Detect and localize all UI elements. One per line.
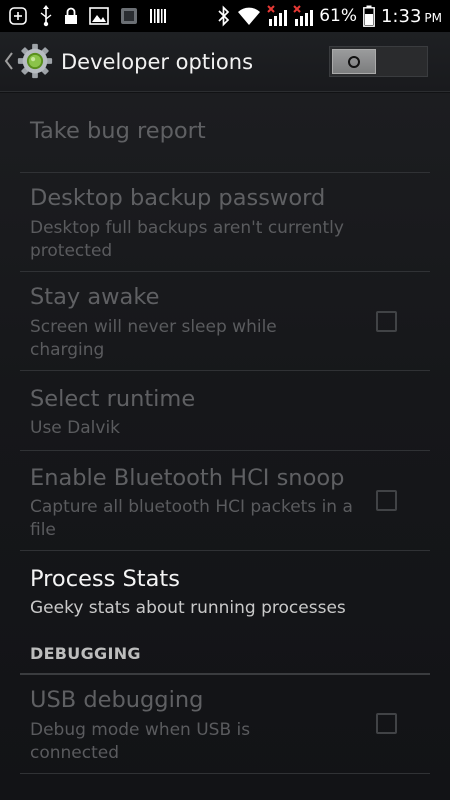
chevron-left-icon: [4, 52, 13, 70]
bluetooth-icon: [218, 5, 230, 27]
pref-title: USB debugging: [30, 687, 204, 713]
usb-debugging-checkbox[interactable]: [376, 713, 397, 734]
pref-take-bug-report[interactable]: Take bug report: [20, 93, 430, 173]
action-bar: Developer options: [0, 32, 450, 92]
up-navigation-button[interactable]: [0, 32, 60, 92]
page-title: Developer options: [61, 50, 254, 74]
clock: 1:33 PM: [381, 6, 442, 27]
signal-icon: [267, 5, 288, 26]
status-bar: 61% 1:33 PM: [0, 0, 450, 32]
pref-title: Stay awake: [30, 284, 160, 310]
pref-summary: Screen will never sleep while charging: [30, 317, 277, 360]
pref-title: Take bug report: [30, 118, 206, 144]
pref-select-runtime[interactable]: Select runtime Use Dalvik: [20, 371, 430, 451]
bluetooth-hci-snoop-checkbox[interactable]: [376, 490, 397, 511]
pref-stay-awake[interactable]: Stay awake Screen will never sleep while…: [20, 272, 430, 371]
pref-process-stats[interactable]: Process Stats Geeky stats about running …: [30, 551, 430, 635]
pref-summary: Capture all bluetooth HCI packets in a f…: [30, 497, 353, 540]
toggle-thumb: [332, 49, 376, 74]
divider: [20, 773, 430, 774]
stay-awake-checkbox[interactable]: [376, 311, 397, 332]
settings-gear-icon: [17, 43, 53, 79]
image-icon: [89, 7, 109, 25]
pref-summary: Debug mode when USB is connected: [30, 720, 251, 763]
section-header-debugging: DEBUGGING: [20, 642, 430, 675]
wifi-icon: [238, 7, 261, 25]
pref-title: Enable Bluetooth HCI snoop log: [30, 465, 348, 491]
add-icon: [9, 7, 27, 25]
pref-bluetooth-hci-snoop[interactable]: Enable Bluetooth HCI snoop log Capture a…: [20, 451, 430, 551]
battery-percent: 61%: [319, 6, 357, 26]
usb-icon: [40, 5, 52, 27]
pref-summary: Desktop full backups aren't currently pr…: [30, 218, 344, 261]
settings-list: Take bug report Desktop backup password …: [0, 93, 450, 800]
pref-summary: Geeky stats about running processes: [30, 598, 346, 618]
pref-title: Process Stats: [30, 566, 180, 592]
clock-time: 1:33: [380, 5, 422, 27]
signal-icon: [293, 5, 314, 26]
section-header-label: DEBUGGING: [30, 644, 141, 663]
pref-desktop-backup-password[interactable]: Desktop backup password Desktop full bac…: [20, 173, 430, 272]
toggle-thumb-label: [333, 50, 375, 73]
circle-icon: [348, 55, 360, 68]
battery-icon: [363, 5, 375, 27]
lock-icon: [65, 7, 77, 24]
pref-title: Select runtime: [30, 386, 196, 412]
pref-usb-debugging[interactable]: USB debugging Debug mode when USB is con…: [20, 675, 430, 774]
developer-options-toggle[interactable]: [329, 46, 428, 77]
app-icon: [121, 8, 137, 24]
clock-ampm: PM: [424, 10, 442, 25]
pref-summary: Use Dalvik: [30, 418, 121, 438]
barcode-icon: [150, 9, 166, 23]
pref-title: Desktop backup password: [30, 185, 326, 211]
